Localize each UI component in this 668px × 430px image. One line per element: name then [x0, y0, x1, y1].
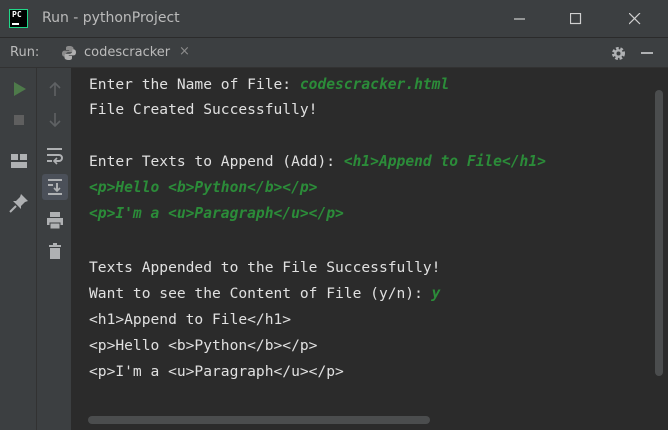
print-icon[interactable]: [44, 209, 66, 231]
down-arrow-icon[interactable]: [44, 109, 66, 131]
user-input: <p>I'm a <u>Paragraph</u></p>: [89, 205, 344, 222]
window-title: Run - pythonProject: [42, 10, 180, 26]
console-line: Texts Appended to the File Successfully!: [89, 259, 441, 276]
gear-icon[interactable]: [610, 45, 627, 66]
up-arrow-icon[interactable]: [44, 78, 66, 100]
maximize-window-button[interactable]: [553, 0, 599, 38]
scroll-to-end-icon[interactable]: [42, 174, 68, 200]
run-tab-label: codescracker: [84, 45, 171, 60]
python-icon: [61, 45, 77, 65]
soft-wrap-icon[interactable]: [44, 144, 66, 166]
run-icon[interactable]: [8, 78, 30, 100]
minimize-window-button[interactable]: [497, 0, 543, 38]
pin-icon[interactable]: [8, 192, 30, 214]
user-input: <p>Hello <b>Python</b></p>: [89, 179, 318, 196]
horizontal-scrollbar[interactable]: [88, 416, 430, 424]
console-line: File Created Successfully!: [89, 101, 318, 118]
stop-icon[interactable]: [8, 109, 30, 131]
console-line: Enter the Name of File: codescracker.htm…: [89, 76, 450, 93]
vertical-scrollbar[interactable]: [655, 90, 663, 376]
close-tab-button[interactable]: ×: [179, 44, 190, 59]
user-input: <h1>Append to File</h1>: [343, 153, 546, 170]
user-input: y: [431, 285, 441, 302]
pycharm-logo-icon: PC: [9, 9, 28, 28]
title-bar: PC Run - pythonProject: [0, 0, 668, 38]
run-left-toolbar: [0, 68, 37, 430]
console-toolbar: [37, 68, 72, 430]
user-input: codescracker.html: [299, 76, 450, 93]
console-output[interactable]: Enter the Name of File: codescracker.htm…: [72, 68, 668, 430]
console-line: <h1>Append to File</h1>: [89, 311, 292, 328]
console-line: Want to see the Content of File (y/n): y: [89, 285, 441, 302]
console-line: <p>I'm a <u>Paragraph</u></p>: [89, 363, 344, 380]
logo-text: PC: [12, 10, 22, 19]
run-label: Run:: [10, 45, 40, 60]
console-line: <p>Hello <b>Python</b></p>: [89, 178, 317, 198]
console-line: Enter Texts to Append (Add): <h1>Append …: [89, 153, 546, 170]
close-window-button[interactable]: [612, 0, 658, 38]
console-line: <p>I'm a <u>Paragraph</u></p>: [89, 204, 344, 224]
console-line: <p>Hello <b>Python</b></p>: [89, 337, 318, 354]
run-tool-bar: Run: codescracker ×: [0, 38, 668, 68]
trash-icon[interactable]: [44, 240, 66, 262]
minimize-icon[interactable]: [641, 52, 653, 54]
layout-icon[interactable]: [8, 150, 30, 172]
run-tab-codescracker[interactable]: codescracker ×: [52, 38, 202, 68]
